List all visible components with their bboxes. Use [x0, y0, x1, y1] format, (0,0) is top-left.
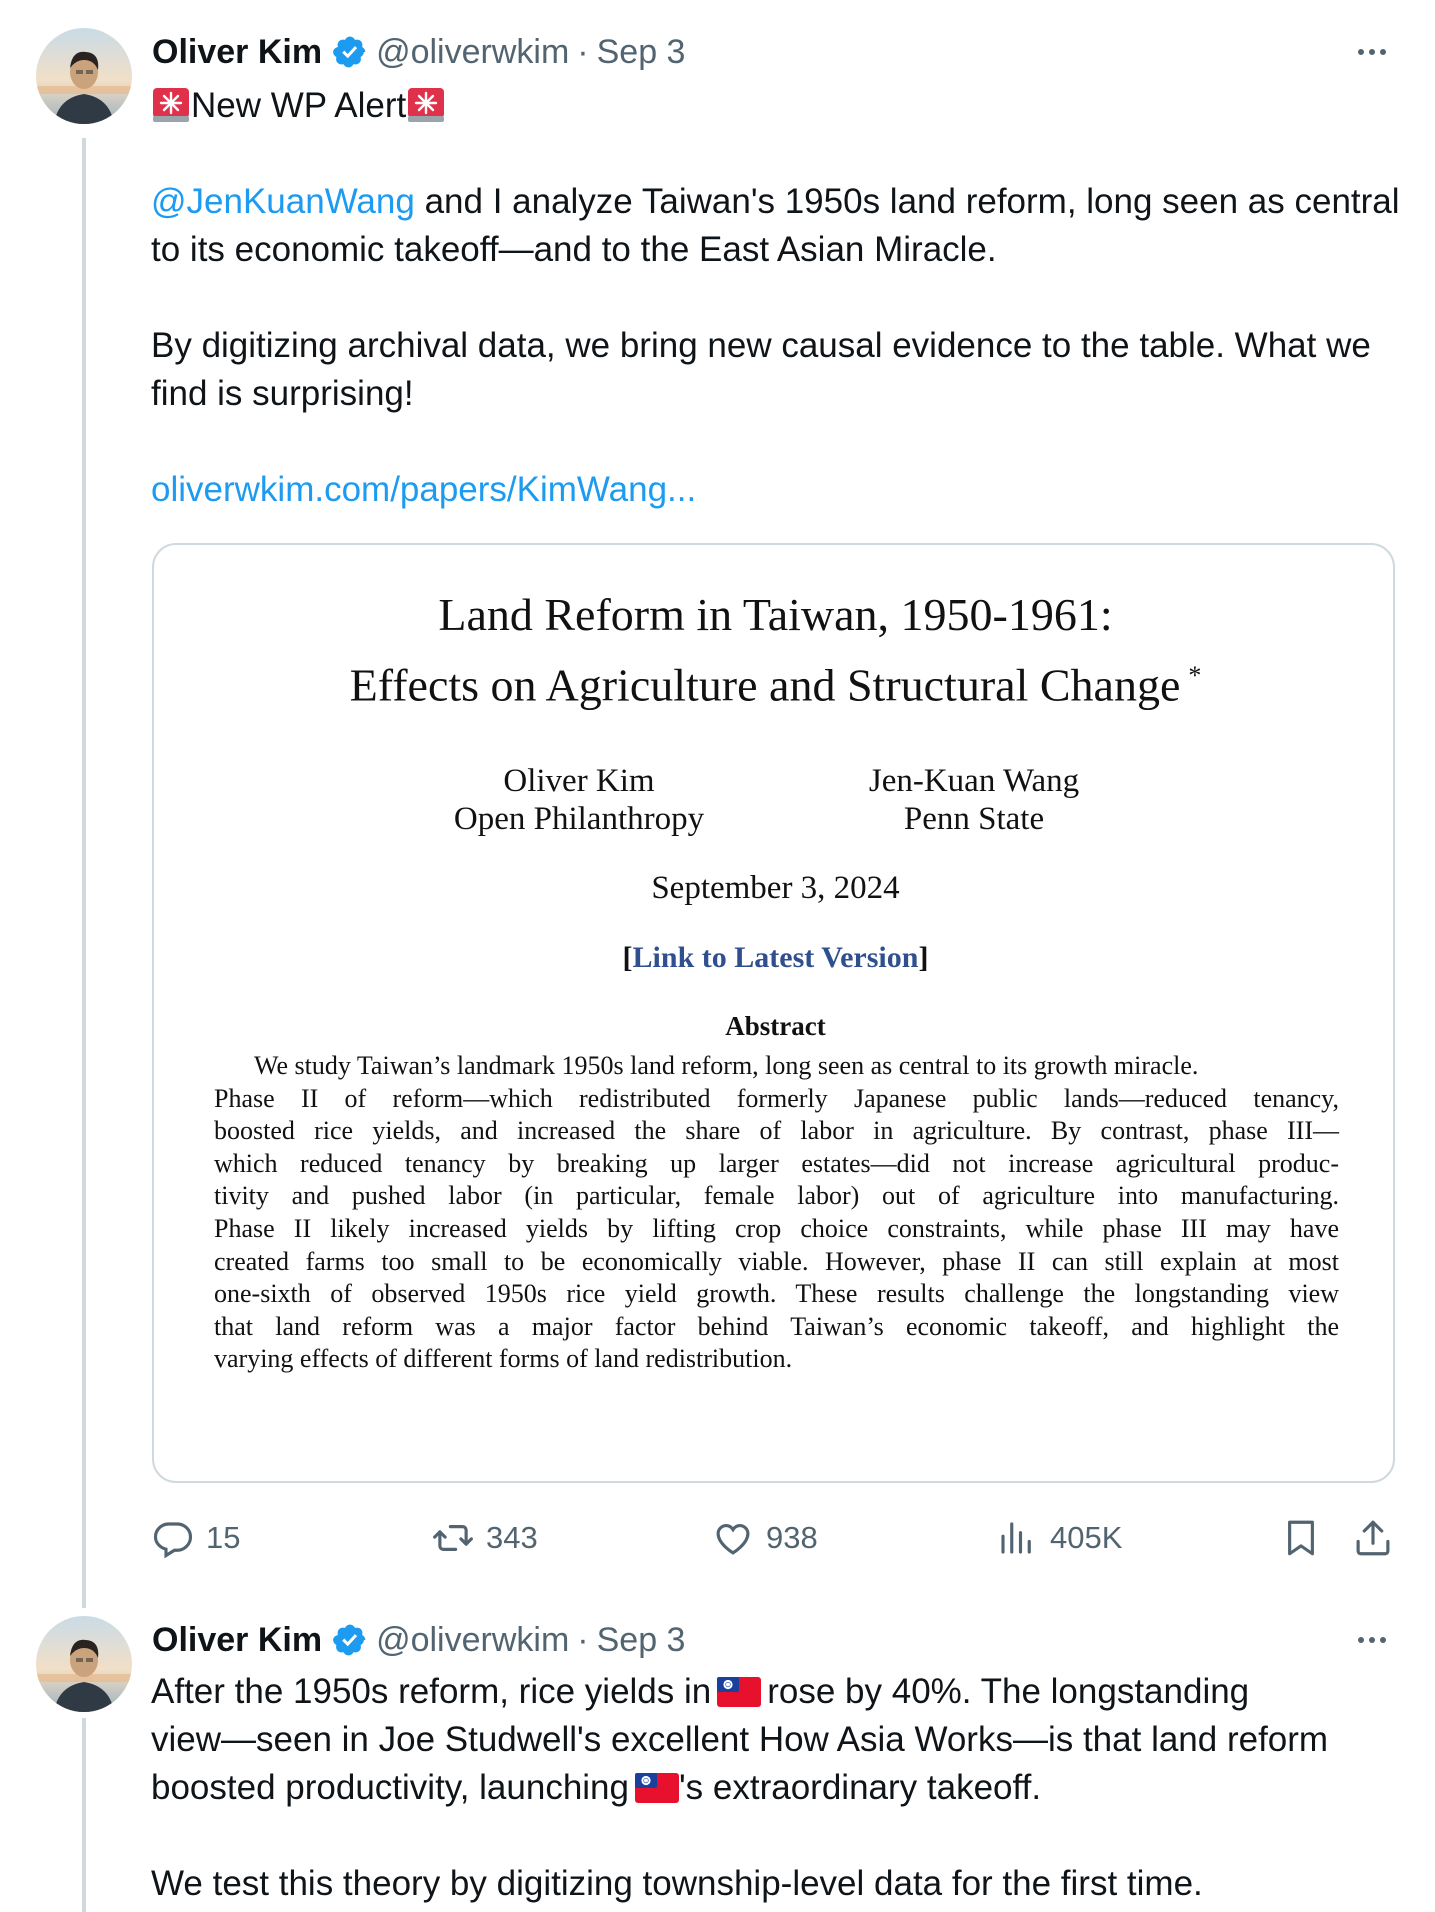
text-segment: After the 1950s reform, rice yields in: [151, 1672, 712, 1711]
verified-badge-icon[interactable]: [332, 1622, 368, 1658]
repost-button[interactable]: 343: [432, 1513, 538, 1563]
more-options-button[interactable]: [1349, 1625, 1395, 1655]
tweet-body: New WP Alert @JenKuanWang and I analyze …: [151, 82, 1401, 514]
tweet-action-bar: 15 343 938 405K: [152, 1513, 1395, 1563]
reply-button[interactable]: 15: [152, 1513, 240, 1563]
more-dot-icon: [1369, 1637, 1375, 1643]
tweet-line: After the 1950s reform, rice yields in ro…: [151, 1668, 1401, 1716]
repost-count: 343: [486, 1520, 538, 1555]
author-handle[interactable]: @oliverwkim: [376, 33, 569, 72]
latest-version-link: Link to Latest Version: [632, 941, 919, 974]
bracket-open: [: [622, 941, 633, 974]
tweet-header: Oliver Kim @oliverwkim · Sep 3: [152, 1617, 685, 1663]
views-icon: [1001, 1522, 1031, 1554]
tweet-date[interactable]: Sep 3: [597, 1621, 686, 1660]
abstract-line: Phase II of reform—which redistributed f…: [214, 1083, 1339, 1113]
header-separator: ·: [577, 1620, 589, 1659]
paper-title-line-2: Effects on Agriculture and Structural Ch…: [154, 646, 1393, 715]
author-2-affiliation: Penn State: [903, 801, 1045, 837]
abstract-line: We study Taiwan’s landmark 1950s land re…: [254, 1051, 1199, 1080]
header-separator: ·: [577, 32, 589, 71]
bookmark-button[interactable]: [1280, 1513, 1322, 1563]
tweet-date[interactable]: Sep 3: [597, 33, 686, 72]
alert-text: New WP Alert: [191, 86, 407, 125]
more-dot-icon: [1380, 1637, 1386, 1643]
latest-version-line: [Link to Latest Version]: [154, 939, 1393, 977]
abstract-line: tivity and pushed labor (in particular, …: [214, 1181, 1339, 1211]
title-footnote-mark: *: [1188, 661, 1202, 690]
author-2-name: Jen-Kuan Wang: [868, 763, 1080, 799]
text-segment: boosted productivity, launching: [151, 1768, 629, 1807]
author-1-affiliation: Open Philanthropy: [453, 801, 705, 837]
avatar-photo-icon: [36, 28, 132, 124]
more-dot-icon: [1358, 1637, 1364, 1643]
abstract-line: one-sixth of observed 1950s rice yield g…: [214, 1279, 1339, 1309]
text-segment: rose by 40%. The longstanding: [767, 1672, 1250, 1711]
author-name[interactable]: Oliver Kim: [152, 1621, 322, 1660]
bracket-close: ]: [918, 941, 929, 974]
abstract-line: which reduced tenancy by breaking up lar…: [214, 1148, 1339, 1178]
paper-url-link[interactable]: oliverwkim.com/papers/KimWang...: [151, 470, 696, 509]
heart-icon: [716, 1523, 750, 1555]
paper-preview-card[interactable]: Land Reform in Taiwan, 1950-1961: Effect…: [152, 543, 1395, 1483]
tweet-paragraph: @JenKuanWang and I analyze Taiwan's 1950…: [151, 178, 1401, 274]
like-count: 938: [766, 1520, 818, 1555]
avatar-photo-icon: [36, 1616, 132, 1712]
views-count: 405K: [1050, 1520, 1123, 1555]
author-avatar[interactable]: [36, 28, 132, 124]
like-button[interactable]: 938: [712, 1513, 818, 1563]
thread-connector-line: [82, 138, 86, 1608]
views-button[interactable]: 405K: [996, 1513, 1122, 1563]
abstract-line: Phase II likely increased yields by lift…: [214, 1213, 1339, 1243]
more-dot-icon: [1358, 49, 1364, 55]
repost-icon: [433, 1525, 473, 1551]
alert-line: New WP Alert: [151, 82, 1401, 130]
paper-date: September 3, 2024: [651, 870, 900, 906]
thread-connector-line: [82, 1718, 86, 1912]
reply-count: 15: [206, 1520, 241, 1555]
tweet-paragraph: By digitizing archival data, we bring ne…: [151, 326, 1371, 413]
abstract-line: boosted rice yields, and increased the s…: [214, 1116, 1339, 1146]
abstract-body: We study Taiwan’s landmark 1950s land re…: [214, 1050, 1339, 1376]
more-options-button[interactable]: [1349, 37, 1395, 67]
share-icon: [1356, 1520, 1390, 1556]
paper-title-text: Effects on Agriculture and Structural Ch…: [349, 659, 1181, 711]
share-button[interactable]: [1352, 1513, 1394, 1563]
abstract-line: created farms too small to be economical…: [214, 1246, 1339, 1276]
taiwan-flag-emoji-icon: [717, 1677, 762, 1707]
more-dot-icon: [1369, 49, 1375, 55]
siren-emoji-icon: [408, 88, 445, 122]
author-avatar[interactable]: [36, 1616, 132, 1712]
author-1-name: Oliver Kim: [503, 763, 655, 799]
abstract-line: varying effects of different forms of la…: [214, 1344, 793, 1374]
mention-link[interactable]: @JenKuanWang: [151, 182, 415, 221]
tweet-header: Oliver Kim @oliverwkim · Sep 3: [152, 29, 685, 75]
tweet-line: view—seen in Joe Studwell's excellent Ho…: [151, 1720, 1329, 1759]
siren-emoji-icon: [153, 88, 189, 122]
abstract-heading: Abstract: [725, 1011, 826, 1041]
paper-title-line-1: Land Reform in Taiwan, 1950-1961:: [438, 589, 1113, 640]
author-handle[interactable]: @oliverwkim: [376, 1621, 569, 1660]
more-dot-icon: [1380, 49, 1386, 55]
author-name[interactable]: Oliver Kim: [152, 33, 322, 72]
abstract-line: that land reform was a major factor behi…: [214, 1311, 1339, 1341]
tweet-paragraph: We test this theory by digitizing townsh…: [151, 1864, 1203, 1903]
tweet-line: boosted productivity, launching 's extrao…: [151, 1764, 1401, 1812]
taiwan-flag-emoji-icon: [635, 1773, 679, 1803]
tweet-paragraph: oliverwkim.com/papers/KimWang...: [151, 466, 1401, 514]
text-segment: 's extraordinary takeoff.: [679, 1768, 1042, 1807]
bookmark-icon: [1288, 1520, 1314, 1556]
tweet-body: After the 1950s reform, rice yields in ro…: [151, 1668, 1401, 1908]
verified-badge-icon[interactable]: [332, 34, 368, 70]
reply-icon: [153, 1522, 193, 1559]
